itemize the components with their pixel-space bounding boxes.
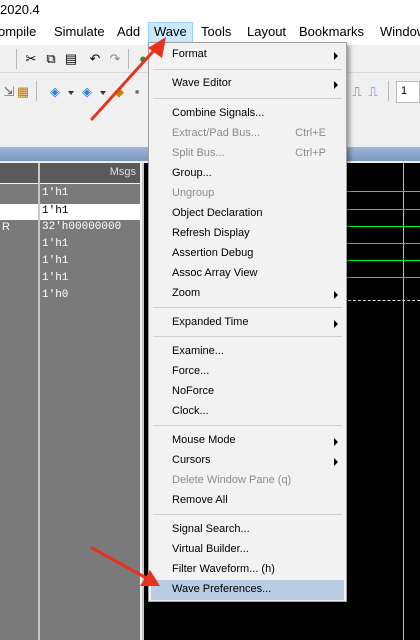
annotation-arrow-to-wave-menu (90, 37, 166, 121)
annotation-arrows (90, 37, 166, 586)
annotation-arrow-to-wave-preferences (90, 546, 160, 586)
